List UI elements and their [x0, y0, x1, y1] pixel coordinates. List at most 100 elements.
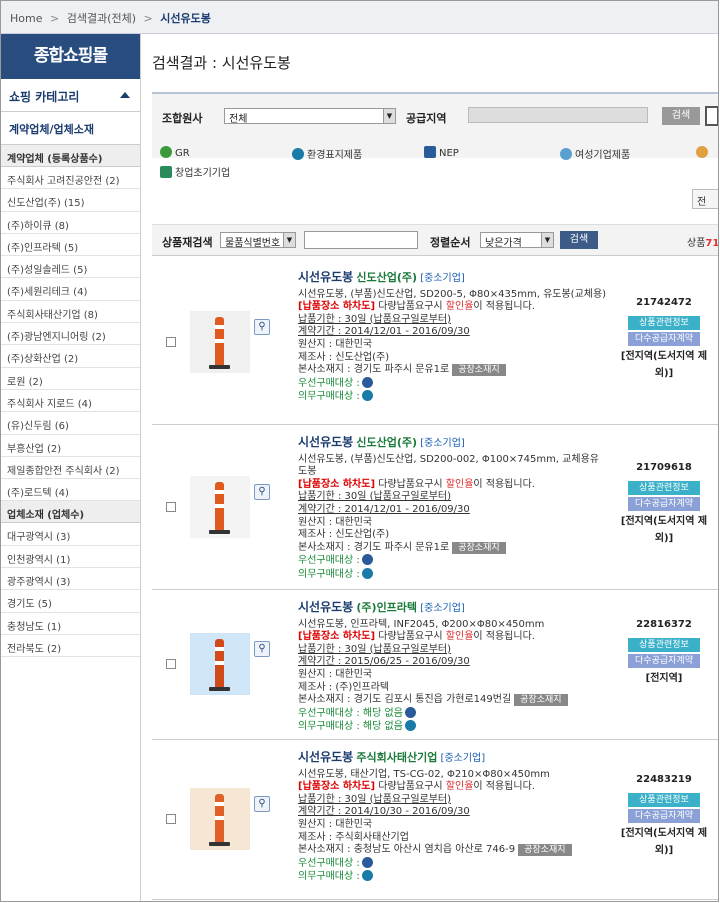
research-button[interactable]: 검색	[560, 231, 598, 249]
zoom-icon[interactable]: ⚲	[254, 796, 270, 812]
sidebar-company-item[interactable]: 주식회사 고려진공안전 (2)	[1, 167, 140, 190]
contract-period: 계약기간 : 2014/12/01 - 2016/09/30	[298, 503, 470, 515]
sidebar-company-item[interactable]: (주)하이큐 (8)	[1, 212, 140, 234]
sidebar-company-item[interactable]: (주)상화산업 (2)	[1, 345, 140, 368]
factory-location-button[interactable]: 공장소재지	[514, 694, 568, 707]
multi-supplier-button[interactable]: 다수공급자계약	[628, 332, 700, 346]
sidebar-company-item[interactable]: 주식회사 지로드 (4)	[1, 390, 140, 413]
product-maker[interactable]: 신도산업(주)	[356, 436, 417, 449]
sidebar-company-item[interactable]: (유)신두림 (6)	[1, 412, 140, 435]
product-code: 22483219	[636, 774, 692, 785]
multi-supplier-button[interactable]: 다수공급자계약	[628, 654, 700, 668]
eco-mark-icon	[361, 567, 373, 579]
product-maker[interactable]: (주)인프라텍	[356, 601, 417, 614]
org-select[interactable]: 전체 ▼	[224, 108, 396, 125]
product-side: 22483219 상품관련정보 다수공급자계약 [전지역(도서지역 제외)]	[614, 774, 714, 859]
reflective-band	[215, 325, 224, 329]
filter-search-button[interactable]: 검색	[662, 107, 700, 125]
reflective-band	[215, 490, 224, 494]
reflective-band	[215, 339, 224, 343]
cert-mark-icon	[361, 376, 373, 388]
sidebar-company-item[interactable]: (주)로드텍 (4)	[1, 479, 140, 502]
cert-women: 여성기업제품	[560, 146, 630, 161]
sidebar-region-item[interactable]: 광주광역시 (3)	[1, 568, 140, 591]
sidebar-region-item[interactable]: 대구광역시 (3)	[1, 523, 140, 546]
product-maker[interactable]: 신도산업(주)	[356, 271, 417, 284]
sidebar-logo[interactable]: 종합쇼핑몰	[1, 34, 140, 79]
breadcrumb-current: 시선유도봉	[160, 12, 211, 25]
mandatory-purchase: 의무구매대상 :	[298, 870, 608, 884]
sidebar-company-item[interactable]: (주)세원리테크 (4)	[1, 278, 140, 301]
startup-icon	[160, 166, 172, 178]
sidebar-company-item[interactable]: (주)성일솔레드 (5)	[1, 256, 140, 279]
product-thumbnail[interactable]	[190, 476, 250, 538]
origin: 원산지 : 대한민국	[298, 516, 373, 528]
breadcrumb-home[interactable]: Home	[10, 12, 42, 25]
delivery-term: 납품기한 : 30일 (납품요구일로부터)	[298, 643, 452, 655]
product-info: 시선유도봉 신도산업(주) [중소기업] 시선유도봉, (부품)신도산업, SD…	[298, 436, 608, 582]
sidebar-company-item[interactable]: 주식회사태산기업 (8)	[1, 301, 140, 324]
hq-address: 본사소재지 : 충청남도 아산시 염치읍 아산로 746-9 공장소재지	[298, 844, 608, 857]
product-name[interactable]: 시선유도봉	[298, 750, 353, 764]
product-tag: [중소기업]	[420, 603, 465, 614]
eco-mark-icon	[404, 720, 416, 732]
product-checkbox[interactable]	[166, 659, 176, 669]
zoom-icon[interactable]: ⚲	[254, 641, 270, 657]
factory-location-button[interactable]: 공장소재지	[452, 541, 506, 554]
zoom-icon[interactable]: ⚲	[254, 319, 270, 335]
breadcrumb-level1[interactable]: 검색결과(전체)	[67, 12, 136, 25]
product-info-button[interactable]: 상품관련정보	[628, 316, 700, 330]
sidebar-region-item[interactable]: 전라북도 (2)	[1, 635, 140, 658]
product-name[interactable]: 시선유도봉	[298, 600, 353, 614]
product-info-button[interactable]: 상품관련정보	[628, 638, 700, 652]
sidebar-company-item[interactable]: 로원 (2)	[1, 368, 140, 390]
product-info-button[interactable]: 상품관련정보	[628, 793, 700, 807]
sidebar-company-item[interactable]: 신도산업(주) (15)	[1, 189, 140, 212]
manufacturer: 제조사 : 신도산업(주)	[298, 529, 390, 541]
factory-location-button[interactable]: 공장소재지	[518, 844, 572, 857]
cert-mark-icon	[404, 706, 416, 718]
breadcrumb-sep: >	[143, 12, 153, 25]
sidebar-region-item[interactable]: 충청남도 (1)	[1, 613, 140, 635]
product-thumbnail[interactable]	[190, 788, 250, 850]
product-maker[interactable]: 주식회사태산기업	[356, 751, 437, 764]
manufacturer: 제조사 : 주식회사태산기업	[298, 831, 409, 843]
post-base	[209, 687, 230, 691]
research-type-select[interactable]: 물품식별번호 ▼	[220, 232, 296, 249]
multi-supplier-button[interactable]: 다수공급자계약	[628, 809, 700, 823]
shopping-category-toggle[interactable]: 쇼핑 카테고리	[1, 79, 140, 112]
zoom-icon[interactable]: ⚲	[254, 484, 270, 500]
product-notice: [납품장소 하차도] 다량납품요구시 할인율이 적용됩니다.	[298, 631, 535, 643]
research-input[interactable]	[304, 231, 418, 249]
eco-label-icon	[292, 148, 304, 160]
product-checkbox[interactable]	[166, 814, 176, 824]
sidebar-company-item[interactable]: (주)인프라텍 (5)	[1, 234, 140, 257]
region-map-icon[interactable]	[705, 106, 718, 126]
product-thumbnail[interactable]	[190, 311, 250, 373]
product-row: ⚲ 시선유도봉 신도산업(주) [중소기업] 시선유도봉, (부품)신도산업, …	[152, 425, 718, 590]
page-size-select[interactable]: 전	[692, 189, 718, 209]
multi-supplier-button[interactable]: 다수공급자계약	[628, 497, 700, 511]
origin: 원산지 : 대한민국	[298, 668, 373, 680]
product-checkbox[interactable]	[166, 337, 176, 347]
product-checkbox[interactable]	[166, 502, 176, 512]
product-info-button[interactable]: 상품관련정보	[628, 481, 700, 495]
sort-select[interactable]: 낮은가격 ▼	[480, 232, 554, 249]
chevron-up-icon[interactable]	[120, 92, 130, 98]
sidebar-company-item[interactable]: (주)광남엔지니어링 (2)	[1, 323, 140, 346]
sidebar-region-item[interactable]: 인천광역시 (1)	[1, 546, 140, 569]
research-label: 상품재검색	[162, 236, 213, 249]
hq-address: 본사소재지 : 경기도 김포시 통진읍 가현로149번길 공장소재지	[298, 694, 608, 707]
sidebar-company-item[interactable]: 부흥산업 (2)	[1, 435, 140, 457]
product-name[interactable]: 시선유도봉	[298, 270, 353, 284]
factory-location-button[interactable]: 공장소재지	[452, 364, 506, 377]
product-desc: 시선유도봉, 인프라텍, INF2045, Φ200×Φ80×450mm	[298, 618, 545, 630]
sidebar-company-item[interactable]: 제일종합안전 주식회사 (2)	[1, 457, 140, 480]
research-bar: 상품재검색 물품식별번호 ▼ 정렬순서 낮은가격 ▼ 검색 상품71	[152, 224, 718, 256]
reflective-band	[215, 816, 224, 820]
product-name[interactable]: 시선유도봉	[298, 435, 353, 449]
product-thumbnail[interactable]	[190, 633, 250, 695]
region-field[interactable]	[468, 107, 648, 123]
sidebar-sub-title[interactable]: 계약업체/업체소재	[1, 112, 140, 145]
sidebar-region-item[interactable]: 경기도 (5)	[1, 590, 140, 613]
